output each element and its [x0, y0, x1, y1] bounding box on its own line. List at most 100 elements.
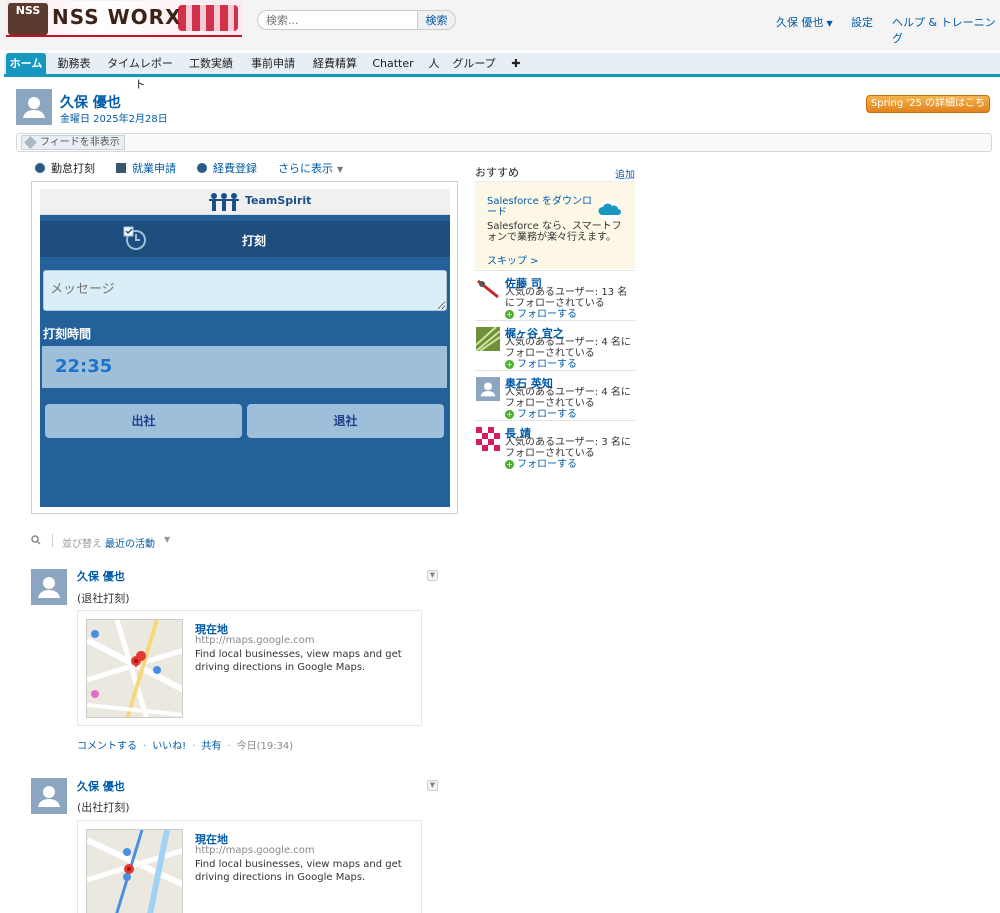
user-photo[interactable]: [476, 327, 500, 351]
link-preview-card[interactable]: 現在地 http://maps.google.com Find local bu…: [77, 820, 422, 913]
publisher-tab-label: さらに表示: [278, 162, 333, 175]
follow-button[interactable]: + フォローする: [505, 359, 577, 370]
post-menu-chevron-icon[interactable]: ▼: [427, 570, 438, 581]
map-image-icon: [87, 830, 182, 913]
tab-add-icon[interactable]: ✚: [508, 53, 524, 74]
tab-keihi[interactable]: 経費精算: [308, 53, 362, 74]
salesforce-promo: Salesforce をダウンロード Salesforce なら、スマートフォン…: [475, 181, 635, 269]
punch-time-label: 打刻時間: [43, 327, 92, 341]
card-description: Find local businesses, view maps and get…: [195, 859, 402, 883]
recommendations-add-link[interactable]: 追加: [615, 166, 635, 181]
recommended-user: 佐藤 司 人気のあるユーザー: 13 名にフォローされている + フォローする: [475, 270, 635, 320]
search-icon[interactable]: [31, 535, 41, 545]
clock-out-button[interactable]: 退社: [247, 404, 444, 438]
company-logo[interactable]: NSS NSS WORX: [6, 1, 242, 37]
profile-date: 金曜日 2025年2月28日: [60, 114, 168, 125]
follow-button[interactable]: + フォローする: [505, 309, 577, 320]
publisher-tab-label: 経費登録: [213, 162, 257, 175]
spring-release-button[interactable]: Spring '25 の詳細はこちら: [866, 95, 990, 125]
share-link[interactable]: 共有: [201, 741, 221, 752]
teamspirit-brand: TeamSpirit: [245, 194, 312, 207]
publisher-tab-shugyo[interactable]: 就業申請: [116, 160, 176, 176]
search-button[interactable]: 検索: [417, 10, 456, 30]
chevron-down-icon: ▼: [826, 19, 833, 28]
link-preview-card[interactable]: 現在地 http://maps.google.com Find local bu…: [77, 610, 422, 726]
comment-link[interactable]: コメントする: [77, 741, 137, 752]
tab-kousu[interactable]: 工数実績: [184, 53, 238, 74]
like-link[interactable]: いいね!: [152, 741, 186, 752]
tab-chatter[interactable]: Chatter: [370, 53, 416, 74]
plus-icon: +: [505, 310, 514, 319]
teamspirit-logo-icon: [209, 193, 239, 211]
post-menu-chevron-icon[interactable]: ▼: [427, 780, 438, 791]
recommended-user: 梶ヶ谷 宜之 人気のあるユーザー: 4 名にフォローされている + フォローする: [475, 320, 635, 370]
user-followers: 人気のあるユーザー: 3 名にフォローされている: [505, 437, 631, 459]
user-photo[interactable]: [476, 277, 500, 301]
recommended-user: 長 靖 人気のあるユーザー: 3 名にフォローされている + フォローする: [475, 420, 635, 470]
publisher-tab-kintai[interactable]: 勤怠打刻: [35, 160, 95, 176]
feed-toggle-bar: フィードを非表示: [16, 133, 992, 152]
profile-name[interactable]: 久保 優也: [60, 92, 121, 112]
card-url: http://maps.google.com: [195, 635, 315, 646]
user-silhouette-icon: [38, 786, 60, 807]
chevron-down-icon: ▼: [337, 165, 344, 174]
logo-decoration: [178, 5, 238, 31]
post-timestamp[interactable]: 今日(19:34): [237, 741, 294, 752]
tab-groups[interactable]: グループ: [452, 53, 496, 74]
post-body: (退社打刻): [77, 592, 130, 605]
publisher-tab-label: 就業申請: [132, 162, 176, 175]
teamspirit-brand-bar: TeamSpirit: [40, 189, 450, 215]
clock-in-button[interactable]: 出社: [45, 404, 242, 438]
follow-label: フォローする: [517, 459, 577, 470]
user-photo[interactable]: [476, 427, 500, 451]
user-name: 久保 優也: [776, 16, 824, 29]
post-author[interactable]: 久保 優也: [77, 568, 125, 584]
promo-skip-link[interactable]: スキップ >: [487, 252, 539, 267]
publisher-tab-more[interactable]: さらに表示 ▼: [278, 160, 343, 176]
tab-kinmuhyo[interactable]: 勤務表: [52, 53, 96, 74]
sort-select[interactable]: 最近の活動: [105, 535, 155, 550]
post-avatar[interactable]: [31, 778, 67, 814]
settings-link[interactable]: 設定: [851, 14, 873, 30]
recommendations-title: おすすめ: [475, 166, 519, 179]
message-input[interactable]: [43, 270, 447, 311]
recommended-user: 奥石 英知 人気のあるユーザー: 4 名にフォローされている + フォローする: [475, 370, 635, 420]
logo-text: NSS WORX: [52, 5, 182, 29]
user-photo-icon: [476, 277, 500, 301]
promo-title[interactable]: Salesforce をダウンロード: [487, 196, 599, 218]
tab-home[interactable]: ホーム: [6, 53, 46, 74]
post-author[interactable]: 久保 優也: [77, 778, 125, 794]
post-actions: コメントする · いいね! · 共有 · 今日(19:34): [77, 741, 294, 752]
card-url: http://maps.google.com: [195, 845, 315, 856]
punch-title: 打刻: [242, 234, 267, 248]
follow-label: フォローする: [517, 409, 577, 420]
user-menu[interactable]: 久保 優也 ▼: [776, 14, 833, 30]
divider: [52, 534, 53, 547]
salesforce-cloud-icon: [598, 200, 621, 222]
logo-mark: NSS: [8, 3, 48, 35]
tab-people[interactable]: 人: [424, 53, 444, 74]
punch-time-value: 22:35: [42, 346, 447, 388]
clock-icon: [123, 226, 146, 250]
user-followers: 人気のあるユーザー: 4 名にフォローされている: [505, 387, 631, 409]
post-avatar[interactable]: [31, 569, 67, 605]
user-photo-icon: [476, 427, 500, 451]
help-link[interactable]: ヘルプ & トレーニング: [892, 14, 1000, 46]
user-followers: 人気のあるユーザー: 4 名にフォローされている: [505, 337, 631, 359]
teamspirit-header: 打刻: [40, 221, 450, 257]
user-photo[interactable]: [476, 377, 500, 401]
profile-avatar[interactable]: [16, 89, 52, 125]
follow-button[interactable]: + フォローする: [505, 459, 577, 470]
tab-jizen[interactable]: 事前申請: [246, 53, 300, 74]
map-image-icon: [87, 620, 182, 717]
follow-button[interactable]: + フォローする: [505, 409, 577, 420]
publisher-tab-keihi[interactable]: 経費登録: [197, 160, 257, 176]
tab-time-report[interactable]: タイムレポート: [104, 53, 176, 91]
pin-icon: [24, 136, 37, 149]
chevron-down-icon[interactable]: ▼: [164, 535, 170, 544]
map-thumbnail[interactable]: [86, 619, 183, 718]
map-thumbnail[interactable]: [86, 829, 183, 913]
search-input[interactable]: [257, 10, 419, 30]
hide-feed-button[interactable]: フィードを非表示: [21, 135, 125, 150]
follow-label: フォローする: [517, 309, 577, 320]
